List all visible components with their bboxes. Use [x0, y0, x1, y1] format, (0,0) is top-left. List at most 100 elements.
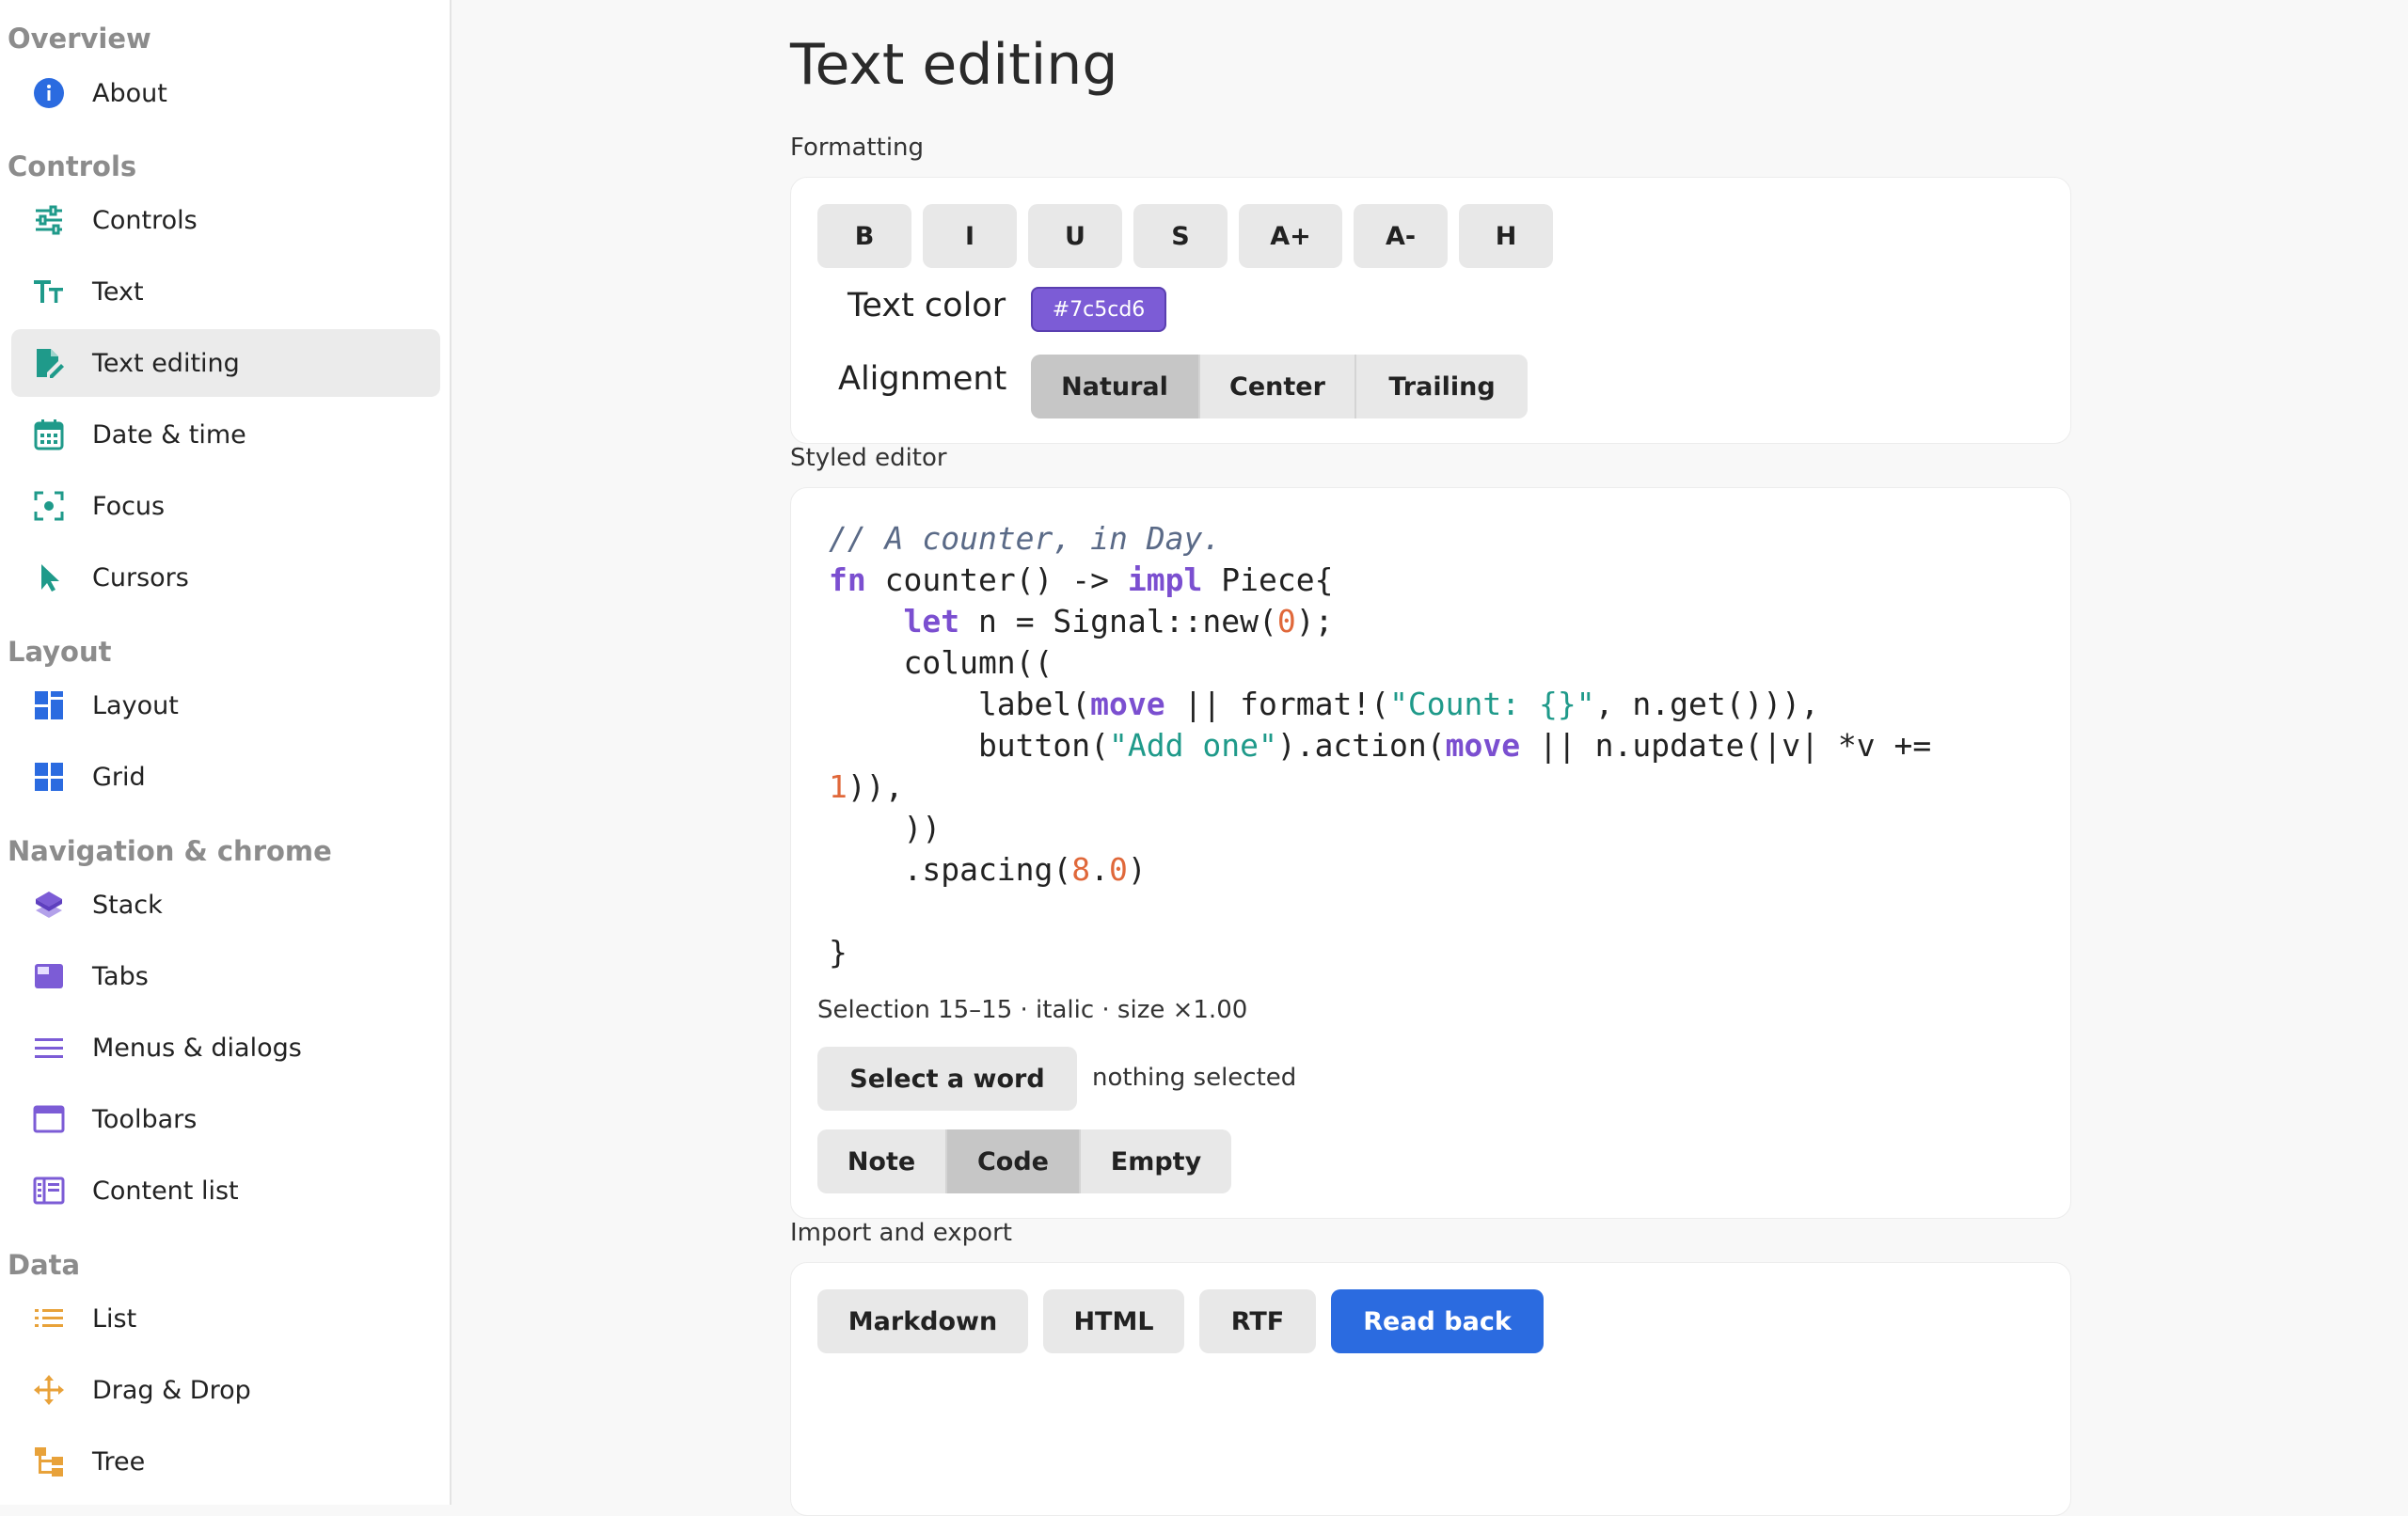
preset-empty[interactable]: Empty [1081, 1129, 1231, 1193]
sidebar-item-label: Menus & dialogs [92, 1033, 302, 1063]
sidebar-item-date-time[interactable]: Date & time [11, 401, 440, 468]
page-title: Text editing [790, 32, 1118, 98]
sidebar: Overview About Controls Controls Text Te… [0, 0, 452, 1505]
edit-document-icon [32, 346, 66, 380]
preset-code[interactable]: Code [947, 1129, 1081, 1193]
code-line: fn counter() -> impl Piece{ [829, 561, 1334, 598]
sidebar-item-label: About [92, 78, 167, 108]
code-line: column(( [829, 644, 1054, 681]
sidebar-item-drag-drop[interactable]: Drag & Drop [11, 1356, 440, 1424]
sidebar-item-grid[interactable]: Grid [11, 743, 440, 811]
sidebar-item-layout[interactable]: Layout [11, 671, 440, 739]
selection-status: Selection 15–15 · italic · size ×1.00 [817, 996, 1248, 1024]
list-icon [32, 1302, 66, 1335]
styled-editor-label: Styled editor [790, 444, 947, 472]
markdown-button[interactable]: Markdown [817, 1289, 1028, 1353]
code-line: // A counter, in Day. [829, 518, 2014, 560]
sidebar-item-about[interactable]: About [11, 59, 440, 127]
sidebar-item-label: Text [92, 276, 144, 307]
section-title-controls: Controls [8, 150, 137, 182]
italic-button[interactable]: I [923, 204, 1017, 268]
sidebar-item-label: Layout [92, 690, 179, 720]
sidebar-item-label: Grid [92, 762, 146, 792]
toolbar-icon [32, 1102, 66, 1136]
code-line: 1)), [829, 768, 904, 805]
html-button[interactable]: HTML [1043, 1289, 1184, 1353]
alignment-center[interactable]: Center [1200, 355, 1356, 418]
preset-note[interactable]: Note [817, 1129, 947, 1193]
alignment-label: Alignment [838, 360, 1007, 398]
alignment-natural[interactable]: Natural [1031, 355, 1200, 418]
sidebar-item-menus-dialogs[interactable]: Menus & dialogs [11, 1014, 440, 1082]
formatting-card: B I U S A+ A- H Text color #7c5cd6 Align… [790, 177, 2071, 444]
read-back-button[interactable]: Read back [1331, 1289, 1544, 1353]
sidebar-item-stack[interactable]: Stack [11, 871, 440, 939]
sidebar-item-label: List [92, 1303, 137, 1334]
sidebar-item-label: Drag & Drop [92, 1375, 251, 1405]
sidebar-item-tree[interactable]: Tree [11, 1428, 440, 1495]
strikethrough-button[interactable]: S [1133, 204, 1228, 268]
import-export-card: Markdown HTML RTF Read back [790, 1262, 2071, 1516]
sidebar-item-label: Text editing [92, 348, 240, 378]
info-icon [32, 76, 66, 110]
sliders-icon [32, 203, 66, 237]
highlight-button[interactable]: H [1459, 204, 1553, 268]
cursor-icon [32, 561, 66, 594]
code-line: .spacing(8.0) [829, 851, 1147, 888]
sidebar-item-text[interactable]: Text [11, 258, 440, 325]
sidebar-item-list[interactable]: List [11, 1285, 440, 1352]
grid-icon [32, 760, 66, 794]
section-title-data: Data [8, 1249, 81, 1281]
alignment-segmented-control: Natural Center Trailing [1031, 355, 1528, 418]
sidebar-item-content-list[interactable]: Content list [11, 1157, 440, 1224]
tabs-icon [32, 959, 66, 993]
section-title-overview: Overview [8, 23, 151, 55]
alignment-trailing[interactable]: Trailing [1356, 355, 1528, 418]
sidebar-item-label: Date & time [92, 419, 246, 450]
move-icon [32, 1373, 66, 1407]
code-line: label(move || format!("Count: {}", n.get… [829, 686, 1820, 722]
sidebar-item-label: Tree [92, 1446, 146, 1477]
decrease-size-button[interactable]: A- [1354, 204, 1448, 268]
selection-text: nothing selected [1092, 1064, 1297, 1092]
sidebar-item-tabs[interactable]: Tabs [11, 942, 440, 1010]
sidebar-item-label: Content list [92, 1176, 239, 1206]
calendar-icon [32, 418, 66, 451]
sidebar-item-label: Controls [92, 205, 198, 235]
text-color-swatch[interactable]: #7c5cd6 [1031, 287, 1166, 332]
sidebar-item-cursors[interactable]: Cursors [11, 544, 440, 611]
layout-icon [32, 688, 66, 722]
code-line: )) [829, 810, 942, 846]
import-export-label: Import and export [790, 1219, 1012, 1247]
sidebar-item-label: Focus [92, 491, 166, 521]
sidebar-item-label: Toolbars [92, 1104, 198, 1134]
code-line: } [829, 934, 848, 971]
focus-icon [32, 489, 66, 523]
increase-size-button[interactable]: A+ [1239, 204, 1342, 268]
sidebar-item-toolbars[interactable]: Toolbars [11, 1085, 440, 1153]
bold-button[interactable]: B [817, 204, 911, 268]
section-title-layout: Layout [8, 636, 112, 668]
select-word-button[interactable]: Select a word [817, 1047, 1077, 1111]
menu-icon [32, 1031, 66, 1065]
text-color-label: Text color [848, 287, 1006, 324]
sidebar-item-focus[interactable]: Focus [11, 472, 440, 540]
sidebar-item-label: Tabs [92, 961, 149, 991]
code-line: button("Add one").action(move || n.updat… [829, 727, 1932, 764]
sidebar-item-label: Stack [92, 890, 163, 920]
styled-editor-card: // A counter, in Day. fn counter() -> imp… [790, 487, 2071, 1219]
sidebar-item-text-editing[interactable]: Text editing [11, 329, 440, 397]
content-list-icon [32, 1174, 66, 1208]
code-editor[interactable]: // A counter, in Day. fn counter() -> imp… [829, 518, 2014, 973]
underline-button[interactable]: U [1028, 204, 1122, 268]
formatting-label: Formatting [790, 134, 925, 162]
stack-icon [32, 888, 66, 922]
text-size-icon [32, 275, 66, 308]
code-comment: // A counter, in Day. [829, 520, 1222, 557]
section-title-navigation: Navigation & chrome [8, 835, 332, 867]
preset-segmented-control: Note Code Empty [817, 1129, 1231, 1193]
rtf-button[interactable]: RTF [1199, 1289, 1316, 1353]
sidebar-item-controls[interactable]: Controls [11, 186, 440, 254]
tree-icon [32, 1445, 66, 1478]
